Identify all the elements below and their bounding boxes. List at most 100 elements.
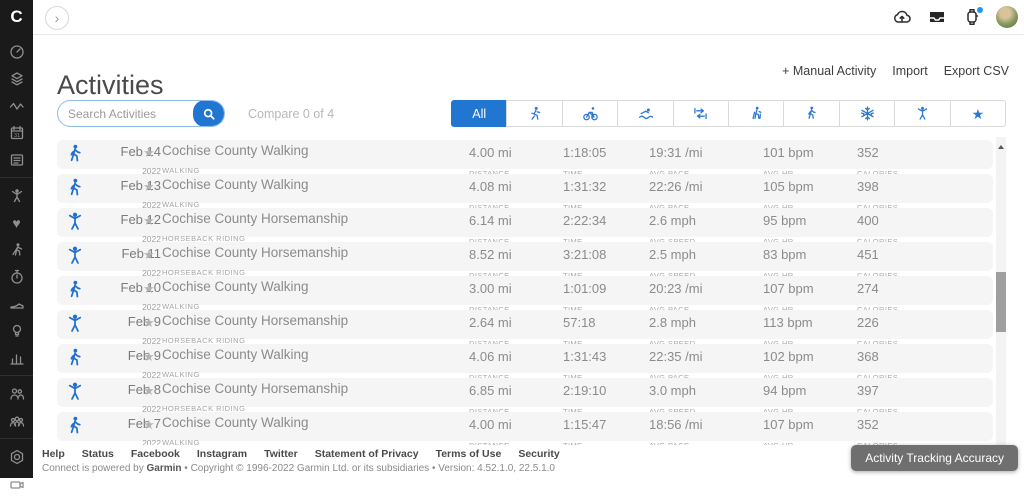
cloud-sync-icon[interactable] xyxy=(891,6,913,28)
activity-name[interactable]: Cochise County Walking WALKING xyxy=(162,414,309,445)
tab-other-fitness[interactable] xyxy=(894,100,951,127)
activity-row[interactable]: Feb 14 2022 ★ Cochise County Walking WAL… xyxy=(57,140,993,178)
health-heart-icon[interactable]: ♥ xyxy=(8,214,25,231)
footer-link[interactable]: Terms of Use xyxy=(436,448,502,460)
page-action-link[interactable]: Export CSV xyxy=(944,64,1009,78)
activity-row[interactable]: Feb 11 2022 ★ Cochise County Horsemanshi… xyxy=(57,242,993,280)
page-title: Activities xyxy=(57,70,164,101)
newsfeed-icon[interactable] xyxy=(8,151,25,168)
activity-row[interactable]: Feb 7 2022 ★ Cochise County Walking WALK… xyxy=(57,412,993,445)
connections-icon[interactable] xyxy=(8,385,25,402)
inbox-icon[interactable] xyxy=(926,6,948,28)
activity-filter-tabs: All ★ xyxy=(451,100,1007,127)
calendar-icon[interactable]: 31 xyxy=(8,124,25,141)
tab-favorites[interactable]: ★ xyxy=(949,100,1007,127)
reports-chart-icon[interactable] xyxy=(8,349,25,366)
horseback-riding-icon xyxy=(68,382,82,400)
tab-hiking[interactable] xyxy=(728,100,785,127)
footer-link[interactable]: Twitter xyxy=(264,448,298,460)
multisport-icon xyxy=(694,108,708,119)
garmin-connect-logo[interactable]: C xyxy=(0,0,33,34)
gear-shoe-icon[interactable] xyxy=(8,295,25,312)
gauge-icon[interactable] xyxy=(8,43,25,60)
activity-line-icon[interactable] xyxy=(8,97,25,114)
search-icon xyxy=(203,108,215,120)
favorite-star-icon[interactable]: ★ xyxy=(143,179,155,195)
activity-row[interactable]: Feb 12 2022 ★ Cochise County Horsemanshi… xyxy=(57,208,993,246)
notification-dot xyxy=(977,7,983,13)
golf-icon[interactable] xyxy=(8,241,25,258)
activity-list: Feb 14 2022 ★ Cochise County Walking WAL… xyxy=(57,137,993,445)
page-action-link[interactable]: Import xyxy=(892,64,927,78)
tab-multisport[interactable] xyxy=(672,100,730,127)
activity-type-icon xyxy=(65,212,85,232)
device-watch-icon[interactable] xyxy=(961,6,983,28)
swimming-icon xyxy=(638,108,653,120)
running-icon xyxy=(531,106,541,120)
activity-row[interactable]: Feb 10 2022 ★ Cochise County Walking WAL… xyxy=(57,276,993,314)
favorite-star-icon[interactable]: ★ xyxy=(143,315,155,331)
footer-link[interactable]: Status xyxy=(82,448,114,460)
tab-cycling[interactable] xyxy=(561,100,619,127)
activity-row[interactable]: Feb 13 2022 ★ Cochise County Walking WAL… xyxy=(57,174,993,212)
stopwatch-icon[interactable] xyxy=(8,268,25,285)
layers-icon[interactable] xyxy=(8,70,25,87)
activity-type-icon xyxy=(65,416,85,436)
distance-cell: 4.00 miDISTANCE xyxy=(469,417,512,445)
activity-type-icon xyxy=(65,382,85,402)
search-activities xyxy=(57,100,225,127)
time-cell: 1:15:47TIME xyxy=(563,417,607,445)
favorite-star-icon[interactable]: ★ xyxy=(143,247,155,263)
page-action-link[interactable]: + Manual Activity xyxy=(782,64,876,78)
calories-cell: 352CALORIES xyxy=(857,417,898,445)
activity-type-icon xyxy=(65,144,85,164)
walking-icon xyxy=(70,280,81,298)
walking-icon xyxy=(70,144,81,162)
sidebar-expand-button[interactable]: › xyxy=(45,6,69,30)
tab-walking[interactable] xyxy=(783,100,840,127)
footer-link[interactable]: Statement of Privacy xyxy=(315,448,419,460)
search-button[interactable] xyxy=(193,101,224,126)
training-icon[interactable] xyxy=(8,187,25,204)
activity-type-icon xyxy=(65,314,85,334)
list-scrollbar[interactable] xyxy=(996,137,1006,445)
badges-icon[interactable] xyxy=(8,448,25,465)
activity-type-icon xyxy=(65,280,85,300)
tab-winter-sports[interactable] xyxy=(838,100,896,127)
activity-type-icon xyxy=(65,178,85,198)
groups-icon[interactable] xyxy=(8,412,25,429)
favorite-star-icon[interactable]: ★ xyxy=(143,213,155,229)
horseback-riding-icon xyxy=(68,212,82,230)
walking-icon xyxy=(70,178,81,196)
search-input[interactable] xyxy=(58,101,194,126)
footer-link[interactable]: Help xyxy=(42,448,65,460)
tab-running[interactable] xyxy=(506,100,563,127)
activity-row[interactable]: Feb 8 2022 ★ Cochise County Horsemanship… xyxy=(57,378,993,416)
scroll-up-arrow-icon[interactable] xyxy=(998,145,1004,149)
svg-text:31: 31 xyxy=(13,132,19,138)
top-header-bar: › xyxy=(33,0,1024,35)
activity-type-icon xyxy=(65,246,85,266)
activity-row[interactable]: Feb 9 2022 ★ Cochise County Horsemanship… xyxy=(57,310,993,348)
footer-link[interactable]: Security xyxy=(518,448,559,460)
tab-swimming[interactable] xyxy=(617,100,674,127)
favorite-star-icon[interactable]: ★ xyxy=(143,145,155,161)
favorite-star-icon[interactable]: ★ xyxy=(143,417,155,433)
avatar[interactable] xyxy=(996,6,1018,28)
activity-type-icon xyxy=(65,348,85,368)
favorite-star-icon[interactable]: ★ xyxy=(143,281,155,297)
favorite-star-icon[interactable]: ★ xyxy=(143,349,155,365)
walking-icon xyxy=(808,106,816,119)
insights-bulb-icon[interactable] xyxy=(8,322,25,339)
cycling-icon xyxy=(582,107,598,121)
footer-link[interactable]: Instagram xyxy=(197,448,247,460)
walking-icon xyxy=(70,416,81,434)
activity-tracking-accuracy-button[interactable]: Activity Tracking Accuracy xyxy=(851,445,1018,471)
avg-hr-cell: 107 bpmAVG HR xyxy=(763,417,814,445)
tab-all[interactable]: All xyxy=(451,100,508,127)
activity-row[interactable]: Feb 9 2022 ★ Cochise County Walking WALK… xyxy=(57,344,993,382)
footer-link[interactable]: Facebook xyxy=(131,448,180,460)
scrollbar-thumb[interactable] xyxy=(996,272,1006,332)
favorite-star-icon[interactable]: ★ xyxy=(143,383,155,399)
walking-icon xyxy=(70,348,81,366)
